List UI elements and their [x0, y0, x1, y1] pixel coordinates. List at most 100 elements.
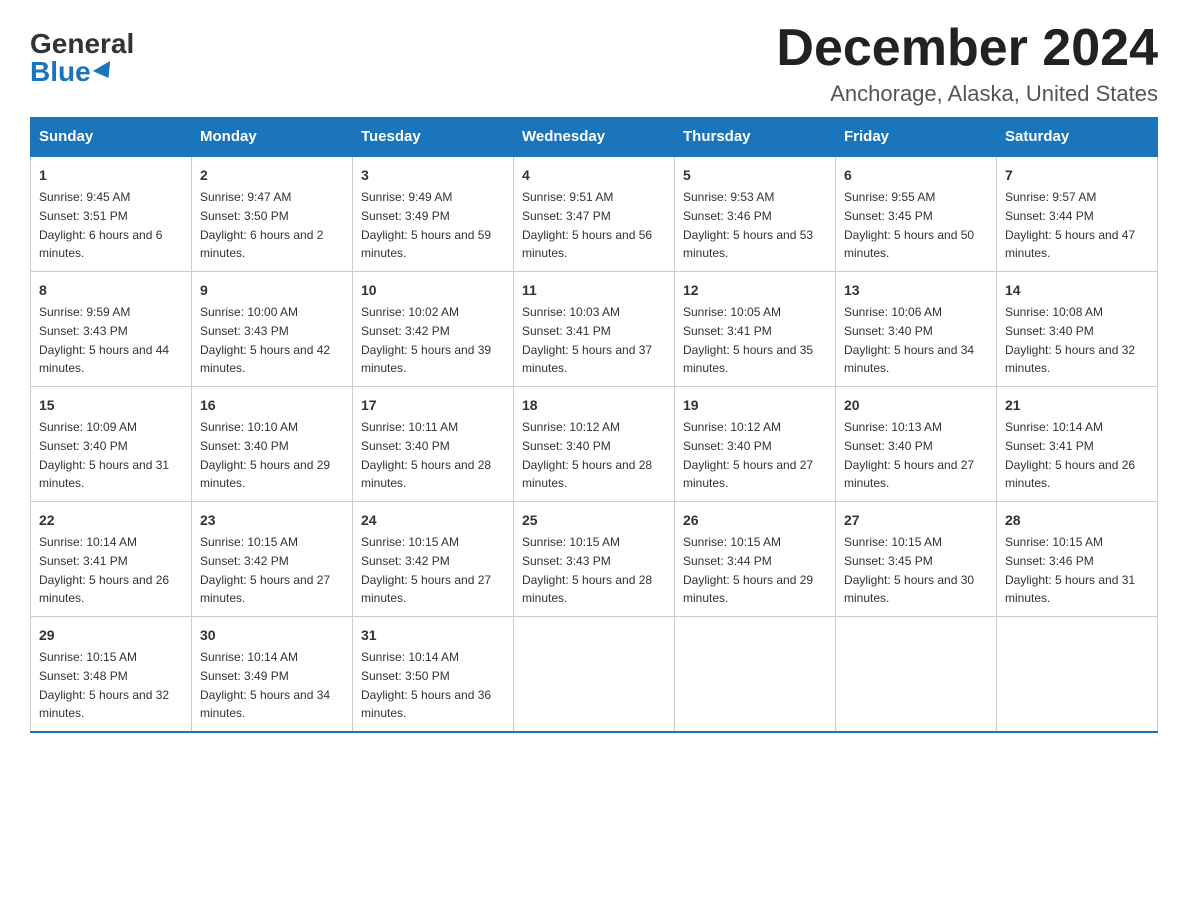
day-number: 6 — [844, 165, 988, 186]
day-info: Sunrise: 10:13 AMSunset: 3:40 PMDaylight… — [844, 420, 974, 490]
day-info: Sunrise: 9:59 AMSunset: 3:43 PMDaylight:… — [39, 305, 169, 375]
day-info: Sunrise: 9:51 AMSunset: 3:47 PMDaylight:… — [522, 190, 652, 260]
day-info: Sunrise: 10:00 AMSunset: 3:43 PMDaylight… — [200, 305, 330, 375]
calendar-cell: 31 Sunrise: 10:14 AMSunset: 3:50 PMDayli… — [353, 617, 514, 733]
calendar-cell: 13 Sunrise: 10:06 AMSunset: 3:40 PMDayli… — [836, 272, 997, 387]
day-number: 27 — [844, 510, 988, 531]
day-number: 20 — [844, 395, 988, 416]
calendar-cell: 21 Sunrise: 10:14 AMSunset: 3:41 PMDayli… — [997, 387, 1158, 502]
day-number: 21 — [1005, 395, 1149, 416]
logo: General Blue — [30, 30, 134, 86]
calendar-week-5: 29 Sunrise: 10:15 AMSunset: 3:48 PMDayli… — [31, 617, 1158, 733]
calendar-cell: 12 Sunrise: 10:05 AMSunset: 3:41 PMDayli… — [675, 272, 836, 387]
day-info: Sunrise: 10:12 AMSunset: 3:40 PMDaylight… — [522, 420, 652, 490]
page-header: General Blue December 2024 Anchorage, Al… — [30, 20, 1158, 107]
day-number: 4 — [522, 165, 666, 186]
day-number: 31 — [361, 625, 505, 646]
day-info: Sunrise: 10:15 AMSunset: 3:42 PMDaylight… — [200, 535, 330, 605]
day-number: 23 — [200, 510, 344, 531]
calendar-cell: 6 Sunrise: 9:55 AMSunset: 3:45 PMDayligh… — [836, 156, 997, 272]
calendar-week-4: 22 Sunrise: 10:14 AMSunset: 3:41 PMDayli… — [31, 502, 1158, 617]
day-number: 1 — [39, 165, 183, 186]
calendar-cell: 26 Sunrise: 10:15 AMSunset: 3:44 PMDayli… — [675, 502, 836, 617]
calendar-cell: 28 Sunrise: 10:15 AMSunset: 3:46 PMDayli… — [997, 502, 1158, 617]
day-info: Sunrise: 10:15 AMSunset: 3:44 PMDaylight… — [683, 535, 813, 605]
title-section: December 2024 Anchorage, Alaska, United … — [776, 20, 1158, 107]
header-wednesday: Wednesday — [514, 118, 675, 157]
location-subtitle: Anchorage, Alaska, United States — [776, 81, 1158, 107]
day-number: 10 — [361, 280, 505, 301]
day-info: Sunrise: 10:10 AMSunset: 3:40 PMDaylight… — [200, 420, 330, 490]
calendar-cell: 23 Sunrise: 10:15 AMSunset: 3:42 PMDayli… — [192, 502, 353, 617]
calendar-cell: 24 Sunrise: 10:15 AMSunset: 3:42 PMDayli… — [353, 502, 514, 617]
day-info: Sunrise: 10:12 AMSunset: 3:40 PMDaylight… — [683, 420, 813, 490]
day-number: 8 — [39, 280, 183, 301]
calendar-cell: 11 Sunrise: 10:03 AMSunset: 3:41 PMDayli… — [514, 272, 675, 387]
calendar-cell: 1 Sunrise: 9:45 AMSunset: 3:51 PMDayligh… — [31, 156, 192, 272]
header-thursday: Thursday — [675, 118, 836, 157]
calendar-cell: 25 Sunrise: 10:15 AMSunset: 3:43 PMDayli… — [514, 502, 675, 617]
calendar-cell: 30 Sunrise: 10:14 AMSunset: 3:49 PMDayli… — [192, 617, 353, 733]
day-number: 19 — [683, 395, 827, 416]
header-saturday: Saturday — [997, 118, 1158, 157]
logo-blue-text: Blue — [30, 58, 115, 86]
calendar-week-1: 1 Sunrise: 9:45 AMSunset: 3:51 PMDayligh… — [31, 156, 1158, 272]
calendar-week-3: 15 Sunrise: 10:09 AMSunset: 3:40 PMDayli… — [31, 387, 1158, 502]
day-info: Sunrise: 10:03 AMSunset: 3:41 PMDaylight… — [522, 305, 652, 375]
calendar-cell — [997, 617, 1158, 733]
day-number: 18 — [522, 395, 666, 416]
day-number: 5 — [683, 165, 827, 186]
calendar-cell: 17 Sunrise: 10:11 AMSunset: 3:40 PMDayli… — [353, 387, 514, 502]
day-info: Sunrise: 10:08 AMSunset: 3:40 PMDaylight… — [1005, 305, 1135, 375]
calendar-cell: 15 Sunrise: 10:09 AMSunset: 3:40 PMDayli… — [31, 387, 192, 502]
day-number: 22 — [39, 510, 183, 531]
day-info: Sunrise: 10:14 AMSunset: 3:50 PMDaylight… — [361, 650, 491, 720]
day-number: 7 — [1005, 165, 1149, 186]
logo-general-text: General — [30, 30, 134, 58]
day-number: 17 — [361, 395, 505, 416]
logo-triangle-icon — [93, 61, 117, 83]
header-monday: Monday — [192, 118, 353, 157]
day-number: 14 — [1005, 280, 1149, 301]
day-number: 13 — [844, 280, 988, 301]
day-info: Sunrise: 10:15 AMSunset: 3:46 PMDaylight… — [1005, 535, 1135, 605]
calendar-cell: 22 Sunrise: 10:14 AMSunset: 3:41 PMDayli… — [31, 502, 192, 617]
day-number: 24 — [361, 510, 505, 531]
day-info: Sunrise: 10:14 AMSunset: 3:41 PMDaylight… — [1005, 420, 1135, 490]
calendar-cell: 16 Sunrise: 10:10 AMSunset: 3:40 PMDayli… — [192, 387, 353, 502]
calendar-cell: 14 Sunrise: 10:08 AMSunset: 3:40 PMDayli… — [997, 272, 1158, 387]
calendar-cell — [836, 617, 997, 733]
day-info: Sunrise: 10:15 AMSunset: 3:42 PMDaylight… — [361, 535, 491, 605]
calendar-cell — [675, 617, 836, 733]
calendar-cell: 19 Sunrise: 10:12 AMSunset: 3:40 PMDayli… — [675, 387, 836, 502]
day-number: 15 — [39, 395, 183, 416]
day-number: 12 — [683, 280, 827, 301]
header-sunday: Sunday — [31, 118, 192, 157]
calendar-cell: 18 Sunrise: 10:12 AMSunset: 3:40 PMDayli… — [514, 387, 675, 502]
day-info: Sunrise: 10:15 AMSunset: 3:48 PMDaylight… — [39, 650, 169, 720]
day-number: 26 — [683, 510, 827, 531]
calendar-header-row: Sunday Monday Tuesday Wednesday Thursday… — [31, 118, 1158, 157]
header-tuesday: Tuesday — [353, 118, 514, 157]
day-info: Sunrise: 10:14 AMSunset: 3:41 PMDaylight… — [39, 535, 169, 605]
day-number: 9 — [200, 280, 344, 301]
calendar-cell: 8 Sunrise: 9:59 AMSunset: 3:43 PMDayligh… — [31, 272, 192, 387]
day-info: Sunrise: 10:02 AMSunset: 3:42 PMDaylight… — [361, 305, 491, 375]
calendar-table: Sunday Monday Tuesday Wednesday Thursday… — [30, 117, 1158, 733]
month-title: December 2024 — [776, 20, 1158, 77]
day-info: Sunrise: 10:15 AMSunset: 3:43 PMDaylight… — [522, 535, 652, 605]
calendar-cell: 3 Sunrise: 9:49 AMSunset: 3:49 PMDayligh… — [353, 156, 514, 272]
day-info: Sunrise: 9:53 AMSunset: 3:46 PMDaylight:… — [683, 190, 813, 260]
day-info: Sunrise: 10:14 AMSunset: 3:49 PMDaylight… — [200, 650, 330, 720]
day-info: Sunrise: 9:45 AMSunset: 3:51 PMDaylight:… — [39, 190, 162, 260]
day-number: 3 — [361, 165, 505, 186]
day-info: Sunrise: 9:57 AMSunset: 3:44 PMDaylight:… — [1005, 190, 1135, 260]
calendar-cell: 7 Sunrise: 9:57 AMSunset: 3:44 PMDayligh… — [997, 156, 1158, 272]
calendar-cell: 9 Sunrise: 10:00 AMSunset: 3:43 PMDaylig… — [192, 272, 353, 387]
day-number: 28 — [1005, 510, 1149, 531]
day-number: 29 — [39, 625, 183, 646]
calendar-week-2: 8 Sunrise: 9:59 AMSunset: 3:43 PMDayligh… — [31, 272, 1158, 387]
calendar-cell: 5 Sunrise: 9:53 AMSunset: 3:46 PMDayligh… — [675, 156, 836, 272]
day-info: Sunrise: 9:47 AMSunset: 3:50 PMDaylight:… — [200, 190, 323, 260]
day-info: Sunrise: 10:06 AMSunset: 3:40 PMDaylight… — [844, 305, 974, 375]
